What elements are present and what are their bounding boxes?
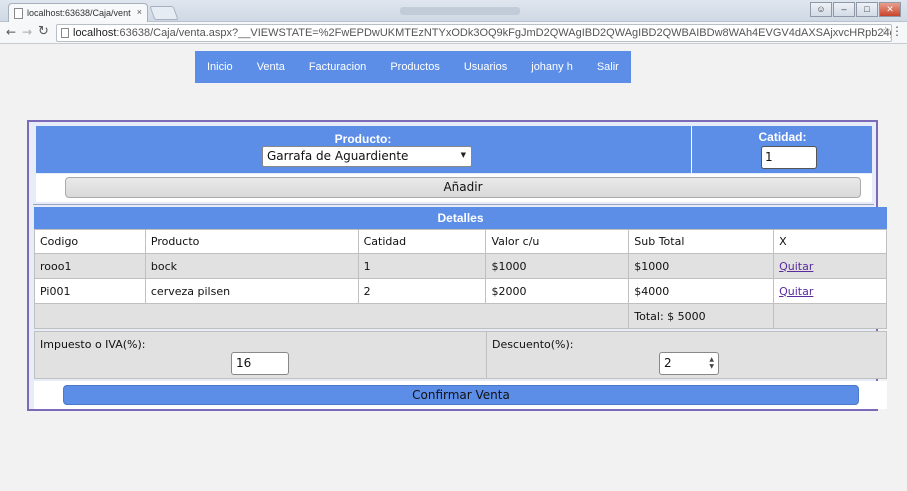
column-header: Valor c/u xyxy=(485,229,630,254)
nav-item-usuarios[interactable]: Usuarios xyxy=(452,51,519,83)
nav-item-facturacion[interactable]: Facturacion xyxy=(297,51,378,83)
discount-cell: Descuento(%): 2 ▲ ▼ xyxy=(487,332,886,378)
tax-input[interactable]: 16 xyxy=(231,352,289,375)
url-path: :63638/Caja/venta.aspx?__VIEWSTATE=%2FwE… xyxy=(116,27,891,39)
cell-subtotal: $1000 xyxy=(628,253,775,279)
maximize-button[interactable]: □ xyxy=(856,2,878,17)
table-row: Pi001 cerveza pilsen 2 $2000 $4000 Quita… xyxy=(34,278,887,304)
minimize-button[interactable]: – xyxy=(833,2,855,17)
url-host: localhost xyxy=(73,27,117,39)
quantity-cell: Catidad: 1 xyxy=(691,126,872,173)
discount-stepper[interactable]: 2 ▲ ▼ xyxy=(659,352,719,375)
new-tab-button[interactable] xyxy=(149,6,179,20)
column-header: Catidad xyxy=(357,229,487,254)
table-row: rooo1 bock 1 $1000 $1000 Quitar xyxy=(34,253,887,279)
spinner-arrows-icon[interactable]: ▲ ▼ xyxy=(709,356,714,370)
product-label: Producto: xyxy=(334,132,392,146)
total-value: Total: $ 5000 xyxy=(628,303,775,329)
nav-item-inicio[interactable]: Inicio xyxy=(195,51,245,83)
cell-codigo: rooo1 xyxy=(34,253,146,279)
bookmark-star-icon[interactable]: ☆ xyxy=(880,24,891,38)
total-row: Total: $ 5000 xyxy=(33,303,887,329)
table-header-row: Codigo Producto Catidad Valor c/u Sub To… xyxy=(34,229,887,254)
discount-label: Descuento(%): xyxy=(492,338,574,351)
tax-row: Impuesto o IVA(%): 16 Descuento(%): 2 ▲ ▼ xyxy=(34,331,887,379)
column-header: X xyxy=(773,229,887,254)
browser-tab[interactable]: localhost:63638/Caja/vent × xyxy=(8,3,148,22)
product-cell: Producto: Garrafa de Aguardiente ▼ xyxy=(36,126,690,173)
remove-link[interactable]: Quitar xyxy=(779,260,813,273)
remove-link[interactable]: Quitar xyxy=(779,285,813,298)
total-empty xyxy=(773,303,887,329)
blurred-window-title xyxy=(400,7,520,15)
tax-label: Impuesto o IVA(%): xyxy=(40,338,146,351)
nav-item-salir[interactable]: Salir xyxy=(585,51,631,83)
reload-icon[interactable]: ↻ xyxy=(38,24,49,39)
page-icon xyxy=(14,8,23,19)
tab-close-icon[interactable]: × xyxy=(137,7,142,17)
total-spacer xyxy=(33,303,630,329)
nav-item-venta[interactable]: Venta xyxy=(245,51,297,83)
add-button[interactable]: Añadir xyxy=(65,177,861,198)
tax-cell: Impuesto o IVA(%): 16 xyxy=(35,332,487,378)
browser-menu-icon[interactable]: ⋮ xyxy=(891,24,903,38)
divider xyxy=(33,204,874,205)
product-selected-value: Garrafa de Aguardiente xyxy=(267,149,409,163)
details-header: Detalles xyxy=(34,207,887,229)
browser-toolbar: ← → ↻ localhost:63638/Caja/venta.aspx?__… xyxy=(0,22,907,44)
browser-titlebar: localhost:63638/Caja/vent × ☺ – □ ✕ xyxy=(0,0,907,22)
product-row: Producto: Garrafa de Aguardiente ▼ Catid… xyxy=(36,126,872,173)
confirm-row: Confirmar Venta xyxy=(34,381,887,409)
close-window-button[interactable]: ✕ xyxy=(879,2,901,17)
cell-producto: cerveza pilsen xyxy=(144,278,359,304)
quantity-label: Catidad: xyxy=(758,130,807,144)
add-row: Añadir xyxy=(36,174,872,202)
window-controls: ☺ – □ ✕ xyxy=(810,2,901,17)
column-header: Codigo xyxy=(34,229,146,254)
cell-valor: $1000 xyxy=(485,253,630,279)
column-header: Sub Total xyxy=(628,229,775,254)
tab-title: localhost:63638/Caja/vent xyxy=(27,8,131,18)
cell-catidad: 1 xyxy=(357,253,487,279)
back-arrow-icon[interactable]: ← xyxy=(6,25,16,39)
cell-codigo: Pi001 xyxy=(34,278,146,304)
cell-valor: $2000 xyxy=(485,278,630,304)
cell-catidad: 2 xyxy=(357,278,487,304)
column-header: Producto xyxy=(144,229,359,254)
discount-value: 2 xyxy=(664,356,672,370)
chevron-down-icon: ▼ xyxy=(460,151,466,159)
product-select[interactable]: Garrafa de Aguardiente ▼ xyxy=(262,146,472,167)
nav-item-user[interactable]: johany h xyxy=(519,51,585,83)
nav-item-productos[interactable]: Productos xyxy=(378,51,452,83)
cell-action: Quitar xyxy=(773,253,887,279)
main-nav: Inicio Venta Facturacion Productos Usuar… xyxy=(195,51,631,83)
quantity-input[interactable]: 1 xyxy=(761,146,817,169)
cell-subtotal: $4000 xyxy=(628,278,775,304)
cell-producto: bock xyxy=(144,253,359,279)
forward-arrow-icon[interactable]: → xyxy=(22,25,32,39)
address-bar[interactable]: localhost:63638/Caja/venta.aspx?__VIEWST… xyxy=(56,24,892,42)
details-table: Codigo Producto Catidad Valor c/u Sub To… xyxy=(33,229,887,329)
page-icon xyxy=(61,28,69,38)
confirm-sale-button[interactable]: Confirmar Venta xyxy=(63,385,859,405)
profile-icon[interactable]: ☺ xyxy=(810,2,832,17)
cell-action: Quitar xyxy=(773,278,887,304)
